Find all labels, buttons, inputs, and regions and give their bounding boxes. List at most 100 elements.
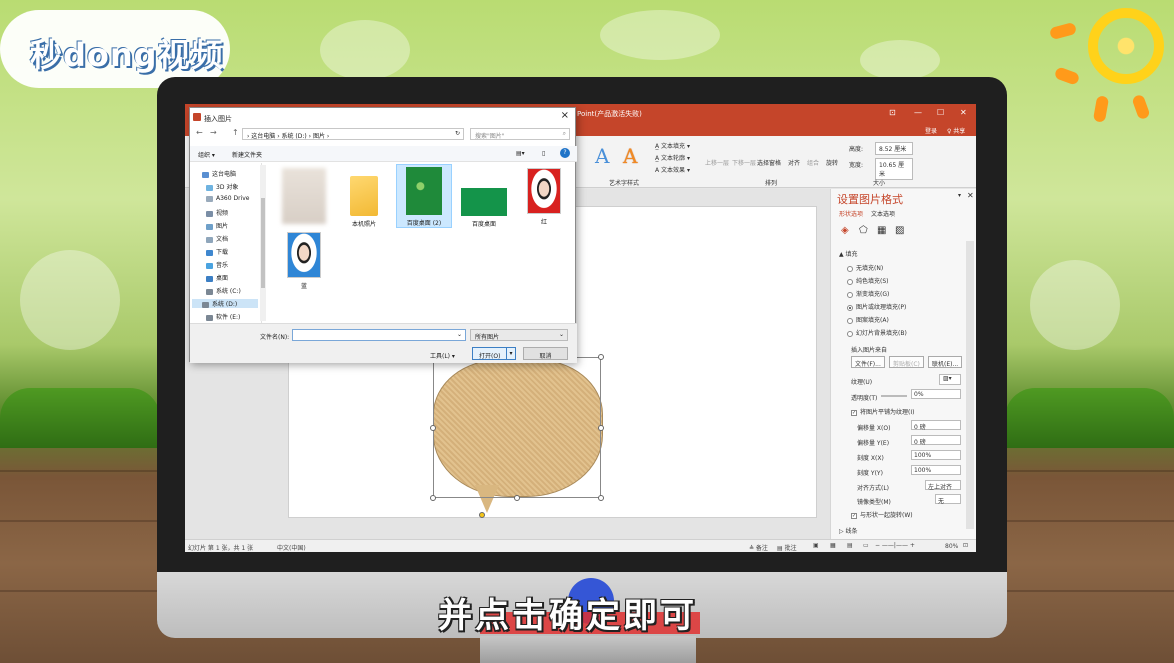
- text-outline-button[interactable]: A̲ 文本轮廓 ▾: [655, 153, 690, 162]
- transparency-slider[interactable]: [881, 395, 907, 397]
- size-properties-icon[interactable]: ▦: [877, 225, 886, 236]
- wordart-style-blue[interactable]: A: [595, 144, 609, 168]
- height-field[interactable]: 8.52 厘米: [875, 142, 913, 155]
- resize-handle[interactable]: [430, 495, 436, 501]
- comments-button[interactable]: ▤ 批注: [777, 543, 797, 552]
- pane-close-icon[interactable]: ✕: [967, 191, 974, 200]
- help-icon[interactable]: ?: [560, 148, 570, 158]
- refresh-icon[interactable]: ↻: [455, 130, 460, 137]
- view-options-icon[interactable]: ▤▾: [516, 150, 525, 157]
- tree-item-this-pc[interactable]: 这台电脑: [202, 169, 236, 178]
- resize-handle[interactable]: [514, 495, 520, 501]
- share-button[interactable]: ♀ 共享: [947, 126, 965, 135]
- file-baidu-desktop-2[interactable]: 百度桌面 (2): [396, 164, 452, 228]
- picture-icon[interactable]: ▨: [895, 225, 904, 236]
- file-local-photos[interactable]: 本机照片: [336, 168, 392, 228]
- resize-handle[interactable]: [598, 354, 604, 360]
- tree-item-videos[interactable]: 视频: [206, 208, 228, 217]
- file-button[interactable]: 文件(F)...: [851, 356, 885, 368]
- online-button[interactable]: 联机(E)...: [928, 356, 963, 368]
- tree-item-pictures[interactable]: 图片: [206, 221, 228, 230]
- organize-menu[interactable]: 组织 ▾: [198, 150, 215, 159]
- align-button[interactable]: 对齐: [788, 158, 800, 167]
- pane-options-icon[interactable]: ▾: [958, 192, 961, 199]
- minimize-icon[interactable]: —: [914, 108, 922, 117]
- fill-option-pattern[interactable]: 图案填充(A): [847, 315, 889, 324]
- file-baidu-desktop[interactable]: 百度桌面: [456, 168, 512, 228]
- forward-arrow-icon[interactable]: →: [210, 128, 217, 137]
- tree-item-music[interactable]: 音乐: [206, 260, 228, 269]
- alignment-select[interactable]: 左上对齐: [925, 480, 961, 491]
- dialog-close-icon[interactable]: ×: [561, 110, 569, 121]
- chevron-down-icon[interactable]: ⌄: [457, 331, 462, 338]
- text-effect-button[interactable]: A 文本效果 ▾: [655, 165, 690, 174]
- notes-button[interactable]: ≜ 备注: [749, 543, 768, 552]
- zoom-slider[interactable]: − ——|—— +: [875, 542, 915, 549]
- back-arrow-icon[interactable]: ←: [196, 128, 203, 137]
- clipboard-button[interactable]: 剪贴板(C): [889, 356, 924, 368]
- rotate-button[interactable]: 旋转: [826, 158, 838, 167]
- tree-item-drive-e[interactable]: 软件 (E:): [206, 312, 240, 321]
- shape-adjust-handle[interactable]: [479, 512, 485, 518]
- tree-scroll-thumb[interactable]: [261, 198, 265, 288]
- tab-shape-options[interactable]: 形状选项: [839, 209, 863, 218]
- tree-item-a360[interactable]: A360 Drive: [206, 195, 249, 202]
- tab-text-options[interactable]: 文本选项: [871, 209, 895, 218]
- tile-checkbox[interactable]: ✓ 将图片平铺为纹理(I): [851, 407, 914, 416]
- tree-item-desktop[interactable]: 桌面: [206, 273, 228, 282]
- zoom-level[interactable]: 80%: [945, 543, 958, 550]
- file-red[interactable]: 红: [516, 168, 572, 226]
- language-status[interactable]: 中文(中国): [277, 543, 306, 552]
- group-button[interactable]: 组合: [807, 158, 819, 167]
- width-field[interactable]: 10.65 厘米: [875, 158, 913, 180]
- sorter-view-icon[interactable]: ▦: [830, 542, 836, 549]
- normal-view-icon[interactable]: ▣: [813, 542, 819, 549]
- address-bar[interactable]: › 这台电脑 › 系统 (D:) › 图片 › ↻: [242, 128, 464, 140]
- resize-handle[interactable]: [598, 425, 604, 431]
- scale-x-field[interactable]: 100%: [911, 450, 961, 460]
- offset-x-field[interactable]: 0 磅: [911, 420, 961, 431]
- mirror-select[interactable]: 无: [935, 494, 961, 505]
- fill-option-none[interactable]: 无填充(N): [847, 263, 883, 272]
- fill-option-background[interactable]: 幻灯片背景填充(B): [847, 328, 907, 337]
- slideshow-icon[interactable]: ▭: [863, 542, 869, 549]
- reading-view-icon[interactable]: ▤: [847, 542, 853, 549]
- move-down-button[interactable]: 下移一层: [732, 158, 756, 167]
- open-button[interactable]: 打开(O) ▾: [472, 347, 516, 360]
- text-fill-button[interactable]: A̲ 文本填充 ▾: [655, 141, 690, 150]
- file-blue[interactable]: 蓝: [276, 232, 332, 290]
- effects-icon[interactable]: ⬠: [859, 225, 868, 236]
- move-up-button[interactable]: 上移一层: [705, 158, 729, 167]
- cancel-button[interactable]: 取消: [523, 347, 568, 360]
- wordart-style-orange[interactable]: A: [623, 144, 637, 168]
- new-folder-button[interactable]: 新建文件夹: [232, 150, 262, 159]
- search-input[interactable]: 搜索"图片" ⌕: [470, 128, 570, 140]
- pane-scrollbar[interactable]: [966, 241, 974, 529]
- filetype-select[interactable]: 所有图片 ⌄: [470, 329, 568, 341]
- preview-pane-icon[interactable]: ▯: [542, 150, 545, 157]
- tree-item-documents[interactable]: 文档: [206, 234, 228, 243]
- file-blurred[interactable]: [276, 168, 332, 227]
- fill-section-header[interactable]: ▲ 填充: [839, 249, 858, 258]
- filename-input[interactable]: ⌄: [292, 329, 466, 341]
- tree-item-drive-d[interactable]: 系统 (D:): [192, 299, 258, 308]
- ribbon-display-icon[interactable]: ⊡: [889, 108, 896, 117]
- tools-menu[interactable]: 工具(L) ▾: [430, 351, 455, 360]
- fill-option-gradient[interactable]: 渐变填充(G): [847, 289, 889, 298]
- up-arrow-icon[interactable]: ↑: [232, 128, 239, 137]
- close-icon[interactable]: ✕: [960, 108, 967, 117]
- fill-option-solid[interactable]: 纯色填充(S): [847, 276, 889, 285]
- resize-handle[interactable]: [598, 495, 604, 501]
- fill-line-icon[interactable]: ◈: [841, 225, 849, 236]
- tree-item-drive-c[interactable]: 系统 (C:): [206, 286, 241, 295]
- login-link[interactable]: 登录: [925, 126, 937, 135]
- offset-y-field[interactable]: 0 磅: [911, 435, 961, 446]
- fit-to-window-icon[interactable]: ⊡: [963, 542, 968, 549]
- fill-option-picture[interactable]: 图片或纹理填充(P): [847, 302, 906, 311]
- resize-handle[interactable]: [430, 425, 436, 431]
- line-section-header[interactable]: ▷ 线条: [839, 526, 858, 535]
- open-dropdown-icon[interactable]: ▾: [506, 348, 515, 359]
- tree-item-downloads[interactable]: 下载: [206, 247, 228, 256]
- texture-picker[interactable]: ▨▾: [939, 374, 961, 385]
- rotate-with-shape-checkbox[interactable]: ✓ 与形状一起旋转(W): [851, 510, 913, 519]
